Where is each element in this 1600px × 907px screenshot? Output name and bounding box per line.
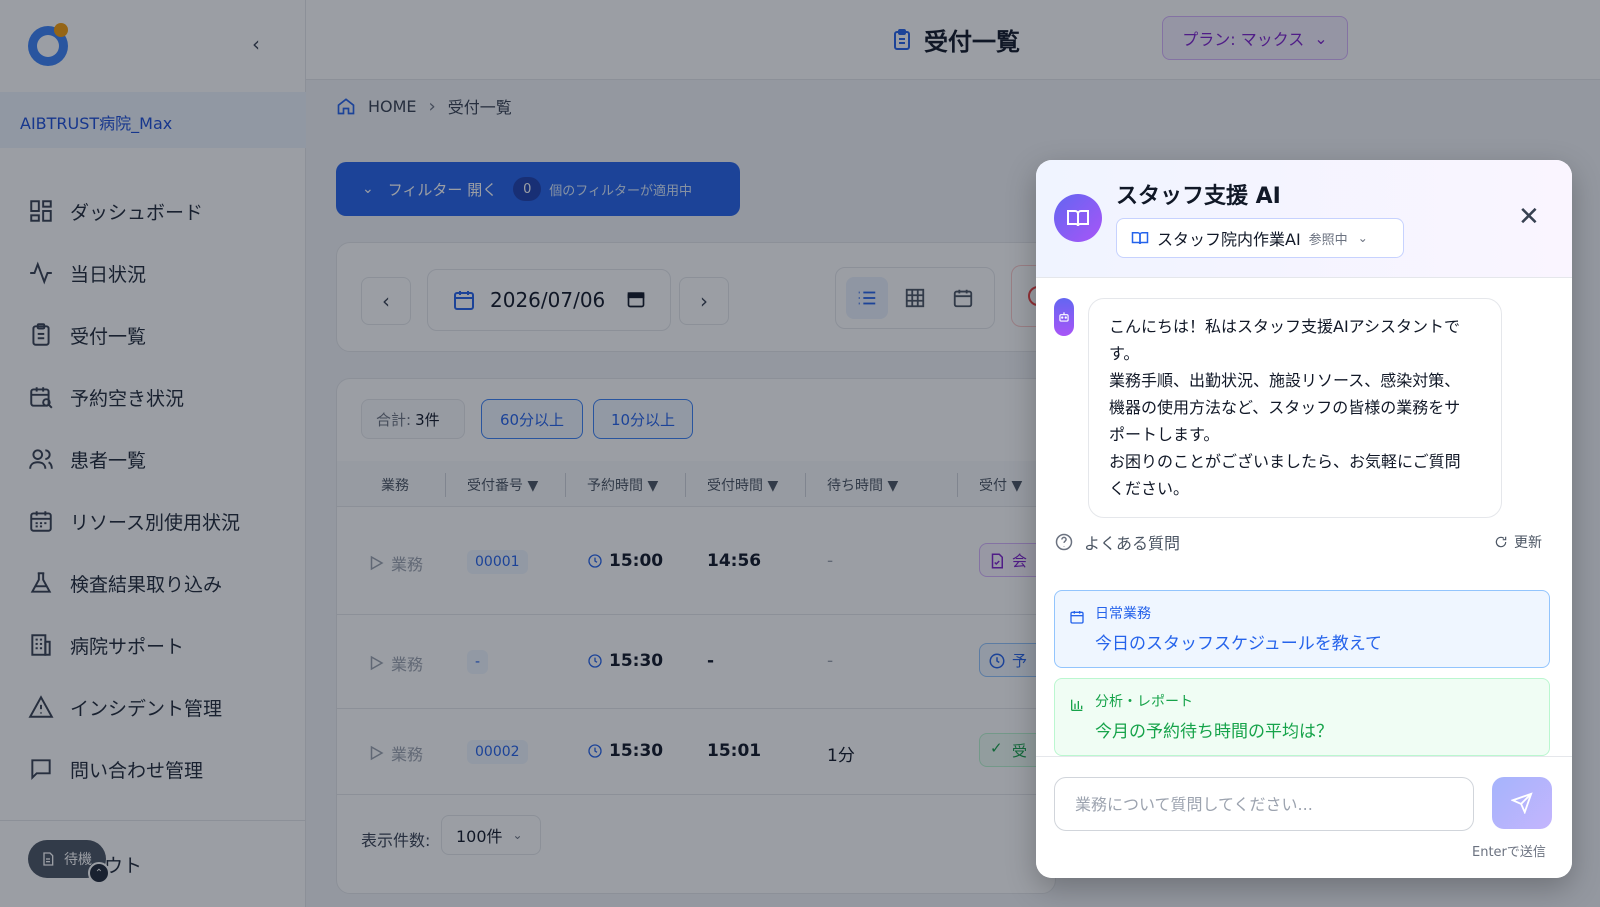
chevron-down-icon: ⌄: [1357, 231, 1368, 245]
ai-model-select[interactable]: スタッフ院内作業AI 参照中 ⌄: [1116, 218, 1404, 258]
faq-question: 今日のスタッフスケジュールを教えて: [1095, 634, 1382, 654]
faq-question: 今月の予約待ち時間の平均は？: [1095, 722, 1333, 742]
send-icon: [1511, 792, 1533, 814]
faq-refresh-button[interactable]: 更新: [1494, 532, 1542, 552]
chat-footer: Enterで送信: [1036, 756, 1572, 878]
ai-avatar: [1054, 194, 1102, 242]
faq-title: よくある質問: [1084, 534, 1181, 553]
refresh-icon: [1495, 536, 1507, 548]
faq-header: よくある質問: [1054, 530, 1180, 554]
faq-category: 分析・レポート: [1095, 694, 1193, 710]
close-icon[interactable]: ✕: [1518, 204, 1540, 230]
message-line: す。: [1109, 344, 1140, 363]
book-open-icon: [1067, 210, 1089, 227]
chat-input[interactable]: [1054, 777, 1474, 831]
chat-title: スタッフ支援 AI: [1116, 184, 1281, 209]
faq-category: 日常業務: [1095, 606, 1151, 622]
faq-suggestion[interactable]: 日常業務 今日のスタッフスケジュールを教えて: [1054, 590, 1550, 668]
faq-refresh-label: 更新: [1514, 535, 1542, 551]
bot-icon: [1054, 298, 1074, 336]
ai-model-status: 参照中: [1308, 232, 1348, 248]
send-button[interactable]: [1492, 777, 1552, 829]
message-line: ください。: [1109, 479, 1190, 498]
book-open-icon: [1131, 232, 1149, 245]
message-line: お困りのことがございましたら、お気軽にご質問: [1109, 452, 1461, 471]
message-line: 機器の使用方法など、スタッフの皆様の業務をサ: [1109, 398, 1461, 417]
enter-hint: Enterで送信: [1472, 845, 1546, 860]
help-circle-icon: [1055, 533, 1073, 551]
bar-chart-icon: [1071, 699, 1083, 711]
message-line: ポートします。: [1109, 425, 1220, 444]
faq-suggestion[interactable]: 分析・レポート 今月の予約待ち時間の平均は？: [1054, 678, 1550, 756]
message-line: 業務手順、出勤状況、施設リソース、感染対策、: [1109, 371, 1461, 390]
staff-ai-chat-panel: スタッフ支援 AI スタッフ院内作業AI 参照中 ⌄ ✕ こんにちは！私はスタッ…: [1036, 160, 1572, 878]
calendar-icon: [1070, 611, 1084, 624]
chat-header: スタッフ支援 AI スタッフ院内作業AI 参照中 ⌄ ✕: [1036, 160, 1572, 278]
assistant-message: こんにちは！私はスタッフ支援AIアシスタントで す。 業務手順、出勤状況、施設リ…: [1088, 298, 1502, 518]
ai-model-name: スタッフ院内作業AI: [1157, 230, 1301, 249]
message-line: こんにちは！私はスタッフ支援AIアシスタントで: [1109, 317, 1461, 336]
